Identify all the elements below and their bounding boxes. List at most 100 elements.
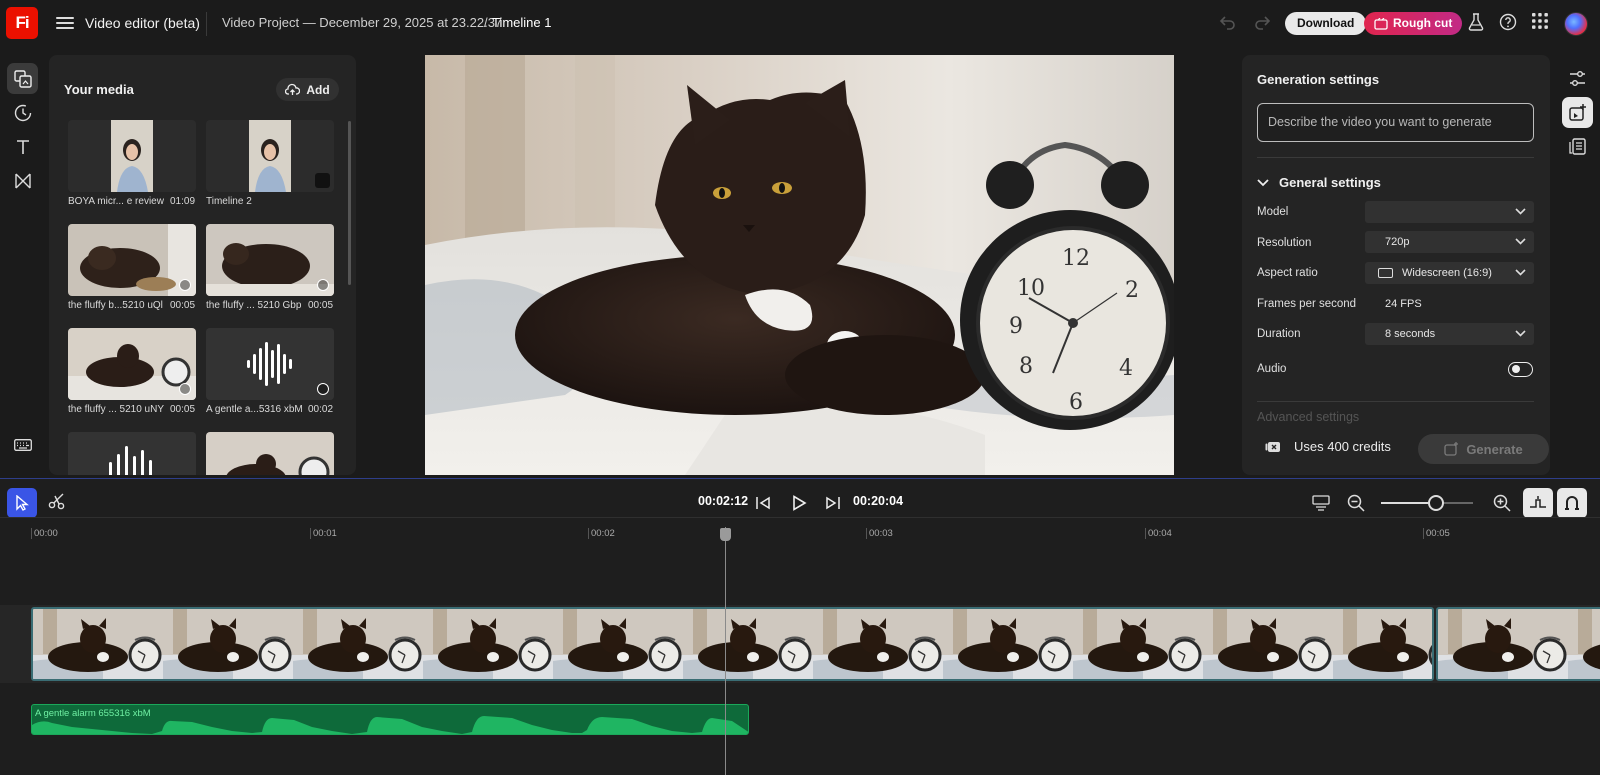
media-tile[interactable] <box>68 120 196 192</box>
divider <box>1257 401 1534 402</box>
breadcrumb-separator: / <box>484 15 488 30</box>
hamburger-menu-icon[interactable] <box>56 14 74 32</box>
media-tile[interactable] <box>206 224 334 296</box>
svg-text:12: 12 <box>1062 246 1090 271</box>
general-settings-header[interactable]: General settings <box>1257 175 1381 190</box>
fit-icon <box>1312 495 1330 511</box>
apps-grid-icon[interactable] <box>1530 13 1550 33</box>
help-icon[interactable] <box>1498 13 1518 33</box>
ruler-tick: 00:03 <box>866 528 893 539</box>
cloud-upload-icon <box>285 83 301 95</box>
select-tool-button[interactable] <box>7 488 37 518</box>
video-clip[interactable] <box>1436 607 1600 681</box>
media-icon <box>13 69 32 88</box>
ruler-tick: 00:04 <box>1145 528 1172 539</box>
check-icon <box>179 279 191 291</box>
snap-toggle-button[interactable] <box>1523 488 1553 518</box>
recent-panel-button[interactable] <box>7 97 38 128</box>
zoom-slider[interactable] <box>1381 495 1473 511</box>
play-button[interactable] <box>787 491 811 515</box>
audio-clip[interactable]: A gentle alarm 655316 xbM <box>31 704 749 735</box>
media-tile[interactable] <box>206 432 334 475</box>
zoom-out-button[interactable] <box>1344 491 1368 515</box>
chevron-down-icon <box>1515 201 1526 231</box>
adjustments-button[interactable] <box>1562 63 1593 94</box>
flask-icon[interactable] <box>1466 13 1486 33</box>
prompt-input[interactable]: Describe the video you want to generate <box>1257 103 1534 142</box>
preview-frame: 12 2 10 9 8 4 6 <box>425 55 1174 475</box>
media-tile-label: A gentle a...5316 xbM <box>206 404 303 415</box>
media-tile-duration: 00:02 <box>308 404 334 415</box>
chevron-down-icon <box>1257 178 1269 186</box>
media-tile-duration: 00:05 <box>170 300 196 311</box>
video-clip[interactable] <box>31 607 1434 681</box>
keyboard-shortcuts-button[interactable] <box>7 429 38 460</box>
previous-frame-button[interactable] <box>752 491 776 515</box>
next-frame-button[interactable] <box>820 491 844 515</box>
fps-value: 24 FPS <box>1385 298 1422 310</box>
history-icon <box>14 104 31 121</box>
text-icon <box>16 139 29 154</box>
playhead-handle[interactable] <box>720 528 731 541</box>
magnet-icon <box>1565 496 1579 510</box>
audio-toggle[interactable] <box>1508 362 1533 377</box>
user-avatar[interactable] <box>1564 12 1588 36</box>
fit-timeline-button[interactable] <box>1309 491 1333 515</box>
video-preview[interactable]: 12 2 10 9 8 4 6 <box>425 55 1174 475</box>
aspect-ratio-dropdown[interactable]: Widescreen (16:9) <box>1365 262 1534 284</box>
generate-video-panel-button[interactable] <box>1562 97 1593 128</box>
text-panel-button[interactable] <box>7 131 38 162</box>
duration-dropdown[interactable]: 8 seconds <box>1365 323 1534 345</box>
divider <box>1257 157 1534 158</box>
media-scrollbar[interactable] <box>348 121 351 285</box>
resolution-label: Resolution <box>1257 237 1312 249</box>
model-dropdown[interactable] <box>1365 201 1534 223</box>
right-tool-rail <box>1556 55 1600 475</box>
magnet-toggle-button[interactable] <box>1557 488 1587 518</box>
media-panel-button[interactable] <box>7 63 38 94</box>
breadcrumb-timeline[interactable]: Timeline 1 <box>492 15 551 30</box>
ruler-tick: 00:00 <box>31 528 58 539</box>
media-tile[interactable] <box>68 224 196 296</box>
undo-icon[interactable] <box>1218 13 1238 33</box>
scissors-icon <box>48 493 65 510</box>
zoom-in-button[interactable] <box>1490 491 1514 515</box>
check-icon <box>317 279 329 291</box>
svg-text:8: 8 <box>1019 354 1033 379</box>
media-tile[interactable] <box>68 328 196 400</box>
media-tile-duration: 00:05 <box>308 300 334 311</box>
transition-icon <box>14 173 31 188</box>
video-track <box>0 605 1600 683</box>
advanced-settings-header[interactable]: Advanced settings <box>1257 410 1359 424</box>
zoom-out-icon <box>1347 494 1365 512</box>
media-tile[interactable] <box>206 120 334 192</box>
credits-footer: Uses 400 credits Generate <box>1257 428 1549 468</box>
app-logo[interactable]: Fi <box>6 7 38 39</box>
zoom-slider-handle[interactable] <box>1428 495 1445 511</box>
add-media-button[interactable]: Add <box>276 78 339 101</box>
add-media-label: Add <box>306 82 330 97</box>
media-tile-duration: 00:05 <box>170 404 196 415</box>
media-tile[interactable] <box>68 432 196 475</box>
video-editor-app: Fi Video editor (beta) Video Project — D… <box>0 0 1600 775</box>
media-tile[interactable] <box>206 328 334 400</box>
fps-label: Frames per second <box>1257 298 1357 310</box>
ruler-tick: 00:05 <box>1423 528 1450 539</box>
timeline-badge-icon <box>315 173 330 188</box>
download-button[interactable]: Download <box>1285 12 1367 35</box>
credits-icon <box>1265 442 1280 452</box>
redo-icon[interactable] <box>1252 13 1272 33</box>
total-time: 00:20:04 <box>853 494 904 508</box>
svg-text:6: 6 <box>1069 390 1083 415</box>
transitions-panel-button[interactable] <box>7 165 38 196</box>
project-title[interactable]: Video Project — December 29, 2025 at 23.… <box>222 15 502 30</box>
rough-cut-button[interactable]: Rough cut <box>1364 12 1463 35</box>
resolution-dropdown[interactable]: 720p <box>1365 231 1534 253</box>
zoom-in-icon <box>1493 494 1511 512</box>
split-tool-button[interactable] <box>46 492 68 514</box>
time-ruler[interactable]: 00:00 00:01 00:02 00:03 00:04 00:05 <box>0 527 1600 541</box>
script-panel-button[interactable] <box>1562 131 1593 162</box>
sliders-icon <box>1570 71 1585 86</box>
generate-button[interactable]: Generate <box>1418 434 1549 464</box>
cursor-icon <box>16 495 29 511</box>
